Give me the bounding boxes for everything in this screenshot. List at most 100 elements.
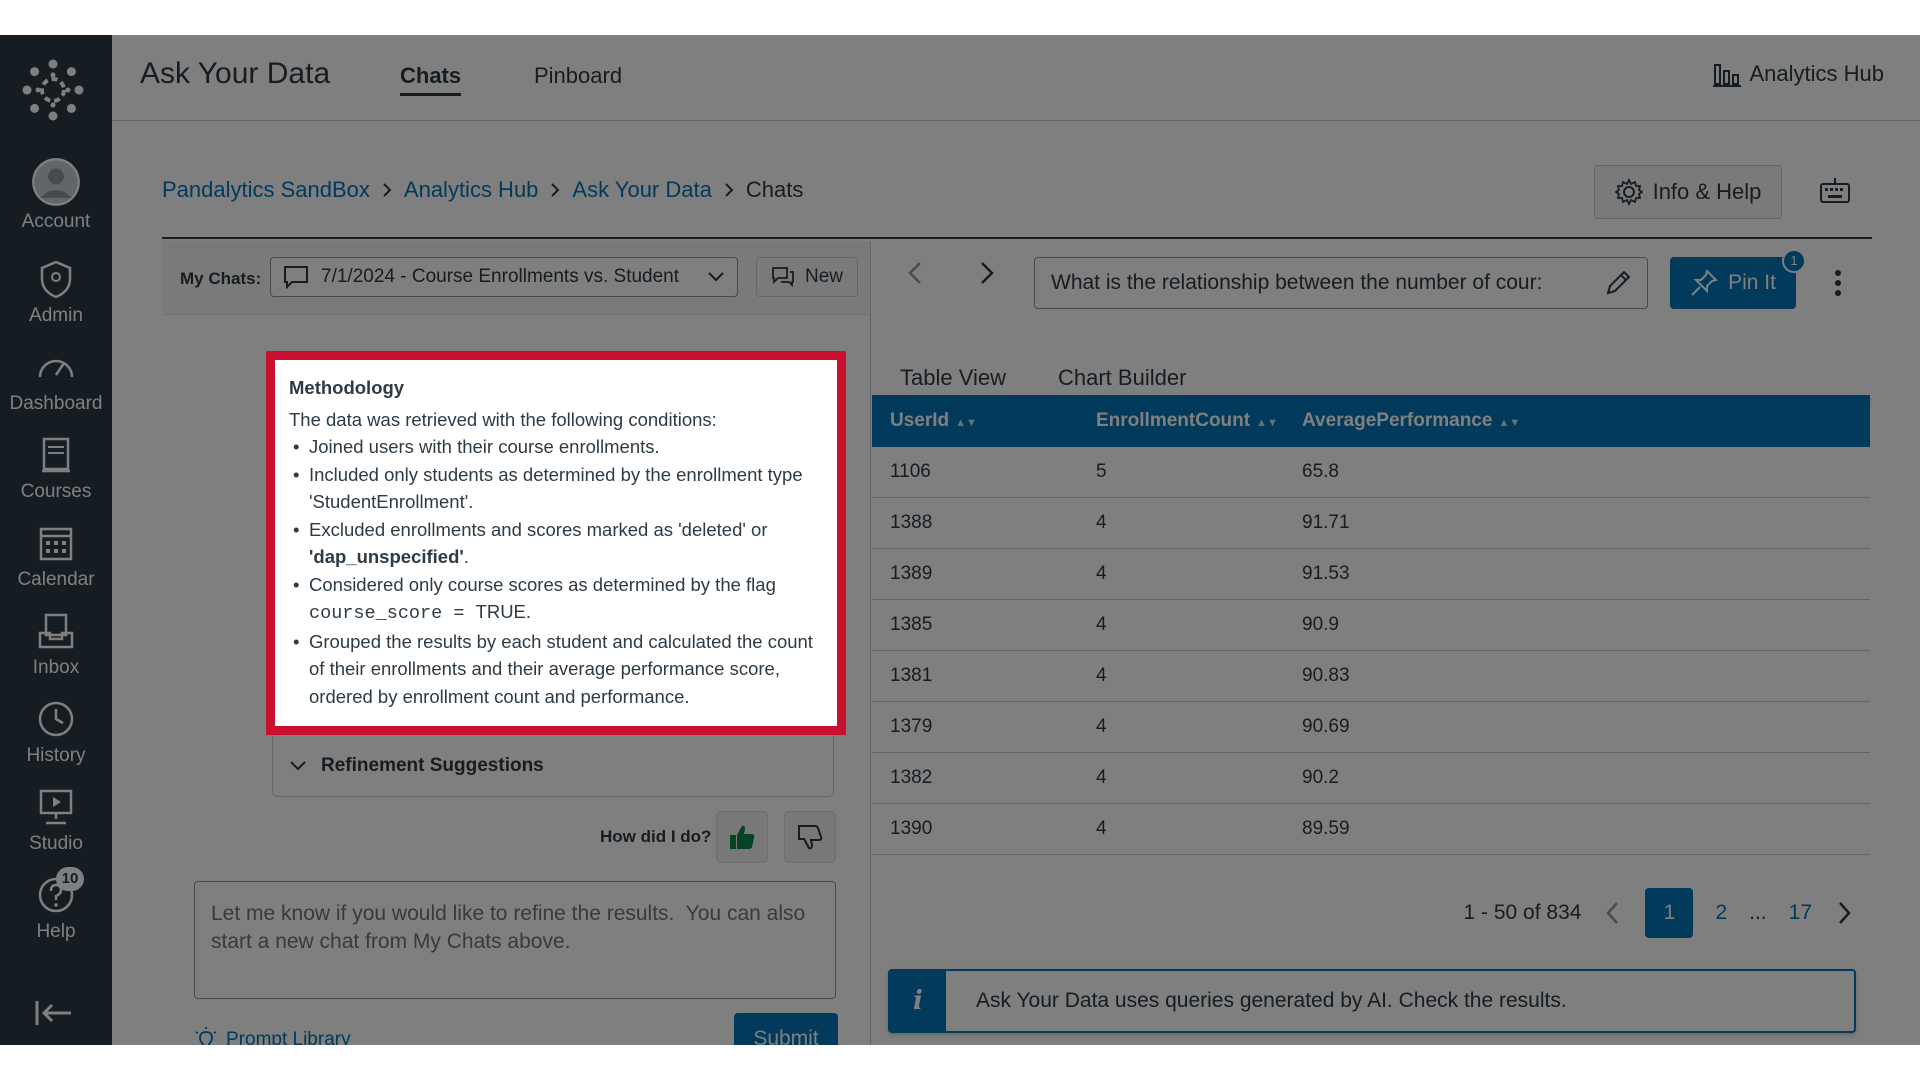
breadcrumb-analytics-hub[interactable]: Analytics Hub [404,177,539,203]
chevron-right-icon [551,183,560,197]
nav-calendar[interactable]: Calendar [0,521,112,591]
table-row: 1390 4 89.59 [872,804,1870,855]
thumbs-up-button[interactable] [716,811,768,863]
breadcrumb-ask-your-data[interactable]: Ask Your Data [572,177,711,203]
nav-studio[interactable]: Studio [0,785,112,855]
info-help-button[interactable]: Info & Help [1594,165,1782,219]
methodology-item-bold: 'dap_unspecified' [309,546,464,567]
page-2-button[interactable]: 2 [1715,901,1727,925]
cell-averageperformance: 90.2 [1302,767,1339,788]
nav-help-label: Help [36,921,76,942]
app-frame: Account Admin Dashboard Courses Calendar… [0,35,1920,1045]
previous-query-icon[interactable] [900,257,932,289]
pagination-summary: 1 - 50 of 834 [1463,901,1582,924]
methodology-intro: The data was retrieved with the followin… [289,408,717,430]
refinement-label: Refinement Suggestions [321,754,544,776]
cell-userid: 1390 [890,818,933,839]
cell-userid: 1381 [890,665,933,686]
nav-admin[interactable]: Admin [0,257,112,327]
column-label: UserId [890,410,950,431]
cell-averageperformance: 91.53 [1302,563,1350,584]
nav-courses-label: Courses [20,481,92,502]
previous-page-icon[interactable] [1603,900,1623,926]
more-options-icon[interactable] [1826,263,1850,303]
methodology-item: Excluded enrollments and scores marked a… [289,516,823,571]
canvas-logo-icon[interactable] [22,59,84,121]
refinement-suggestions-toggle[interactable]: Refinement Suggestions [272,735,834,797]
calendar-icon [39,527,73,561]
new-chat-button[interactable]: New [756,257,858,297]
column-header-userid[interactable]: UserId ▲▼ [872,410,1078,432]
chat-select[interactable]: 7/1/2024 - Course Enrollments vs. Studen… [270,257,738,297]
courses-icon [42,437,70,473]
prompt-library-link[interactable]: Prompt Library [194,1027,351,1045]
cell-averageperformance: 90.83 [1302,665,1350,686]
nav-dashboard-label: Dashboard [9,393,103,414]
next-query-icon[interactable] [970,257,1002,289]
tab-pinboard[interactable]: Pinboard [534,63,622,89]
methodology-item-text: Considered only course scores as determi… [309,573,776,595]
cell-userid: 1106 [890,461,931,482]
submit-button[interactable]: Submit [734,1013,838,1045]
nav-account-label: Account [21,211,91,232]
cell-userid: 1385 [890,614,933,635]
collapse-nav-icon[interactable] [34,997,74,1029]
page-1-button[interactable]: 1 [1645,888,1694,938]
methodology-item-text: Excluded enrollments and scores marked a… [309,518,768,540]
next-page-icon[interactable] [1834,900,1854,926]
sort-icon: ▲▼ [1498,417,1521,429]
nav-history[interactable]: History [0,697,112,767]
methodology-title: Methodology [289,377,405,398]
thumbs-down-button[interactable] [784,811,836,863]
ai-notice-text: Ask Your Data uses queries generated by … [976,989,1567,1012]
nav-inbox-label: Inbox [32,657,80,678]
nav-courses[interactable]: Courses [0,433,112,503]
table-row: 1382 4 90.2 [872,753,1870,804]
page-17-button[interactable]: 17 [1789,901,1812,925]
table-row: 1385 4 90.9 [872,600,1870,651]
table-row: 1106 5 65.8 [872,447,1870,498]
methodology-item-text: TRUE. [475,601,532,622]
cell-userid: 1388 [890,512,933,533]
cell-userid: 1382 [890,767,933,788]
breadcrumb-sandbox[interactable]: Pandalytics SandBox [162,177,370,203]
my-chats-bar: My Chats: 7/1/2024 - Course Enrollments … [162,241,870,315]
my-chats-label: My Chats: [180,269,262,288]
pencil-icon[interactable] [1603,268,1633,298]
help-badge: 10 [56,867,84,891]
panel-separator [870,241,871,1045]
analytics-hub-link[interactable]: Analytics Hub [1713,61,1884,87]
lightbulb-icon [195,1027,217,1045]
chat-bubble-icon [284,266,308,289]
table-header: UserId ▲▼ EnrollmentCount ▲▼ AveragePerfor… [872,395,1870,447]
results-table: UserId ▲▼ EnrollmentCount ▲▼ AveragePerfor… [872,395,1870,855]
inbox-icon [38,613,74,649]
query-field[interactable]: What is the relationship between the num… [1034,257,1648,309]
cell-enrollmentcount: 4 [1096,716,1107,737]
nav-dashboard[interactable]: Dashboard [0,345,112,415]
nav-help[interactable]: 10 Help [0,867,112,943]
column-header-enrollmentcount[interactable]: EnrollmentCount ▲▼ [1078,410,1284,432]
account-icon [32,158,80,206]
chat-input[interactable] [194,881,836,999]
table-row: 1389 4 91.53 [872,549,1870,600]
nav-inbox[interactable]: Inbox [0,609,112,679]
pin-count-badge: 1 [1782,249,1806,273]
methodology-item: Grouped the results by each student and … [289,628,823,711]
thumbs-down-icon [798,825,823,850]
nav-account[interactable]: Account [0,157,112,233]
bar-chart-icon [1713,64,1742,87]
pin-it-button[interactable]: Pin It [1670,257,1796,309]
new-chat-label: New [804,266,843,287]
app-title: Ask Your Data [140,57,331,90]
tab-chats[interactable]: Chats [400,63,462,96]
table-row: 1388 4 91.71 [872,498,1870,549]
pin-it-label: Pin It [1728,271,1776,294]
studio-icon [39,789,73,825]
new-chat-icon [772,267,794,288]
column-header-averageperformance[interactable]: AveragePerformance ▲▼ [1284,410,1870,432]
sort-icon: ▲▼ [1256,417,1278,429]
keyboard-icon[interactable] [1818,175,1852,209]
query-text: What is the relationship between the num… [1051,271,1543,294]
methodology-item: Considered only course scores as determi… [289,571,823,628]
